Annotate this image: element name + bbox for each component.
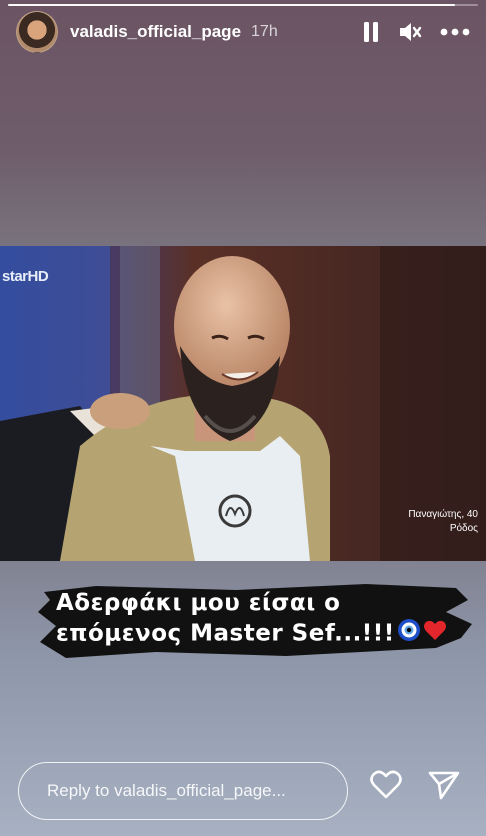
nazar-emoji: [397, 618, 421, 650]
story-progress-fill: [8, 4, 455, 6]
story-controls: [362, 21, 470, 43]
mute-icon[interactable]: [398, 21, 422, 43]
story-caption: Αδερφάκι μου είσαι ο επόμενος Master Sef…: [36, 582, 476, 660]
post-time: 17h: [251, 23, 278, 40]
lower-third-name: Παναγιώτης, 40: [408, 509, 478, 520]
avatar[interactable]: [16, 11, 58, 53]
send-icon[interactable]: [428, 770, 460, 800]
channel-logo: starHD: [2, 268, 49, 285]
red-heart-emoji: [423, 619, 447, 649]
caption-line-1: Αδερφάκι μου είσαι ο: [56, 590, 341, 616]
lower-third-place: Ρόδος: [449, 523, 478, 534]
reply-input[interactable]: Reply to valadis_official_page...: [18, 762, 348, 820]
more-icon[interactable]: [440, 28, 470, 36]
username[interactable]: valadis_official_page: [70, 22, 241, 42]
story-photo[interactable]: starHD Παναγιώτης, 40 Ρόδος: [0, 246, 486, 561]
caption-line-2: επόμενος Master Sef...!!!: [56, 620, 395, 647]
pause-icon[interactable]: [362, 21, 380, 43]
heart-icon[interactable]: [370, 770, 402, 800]
reply-placeholder: Reply to valadis_official_page...: [47, 781, 286, 800]
story-progress-bar: [8, 4, 478, 6]
lower-third: Παναγιώτης, 40 Ρόδος: [408, 508, 478, 536]
reply-actions: [370, 770, 460, 800]
caption-text: Αδερφάκι μου είσαι ο επόμενος Master Sef…: [56, 588, 466, 650]
story-header: valadis_official_page 17h: [16, 11, 470, 53]
